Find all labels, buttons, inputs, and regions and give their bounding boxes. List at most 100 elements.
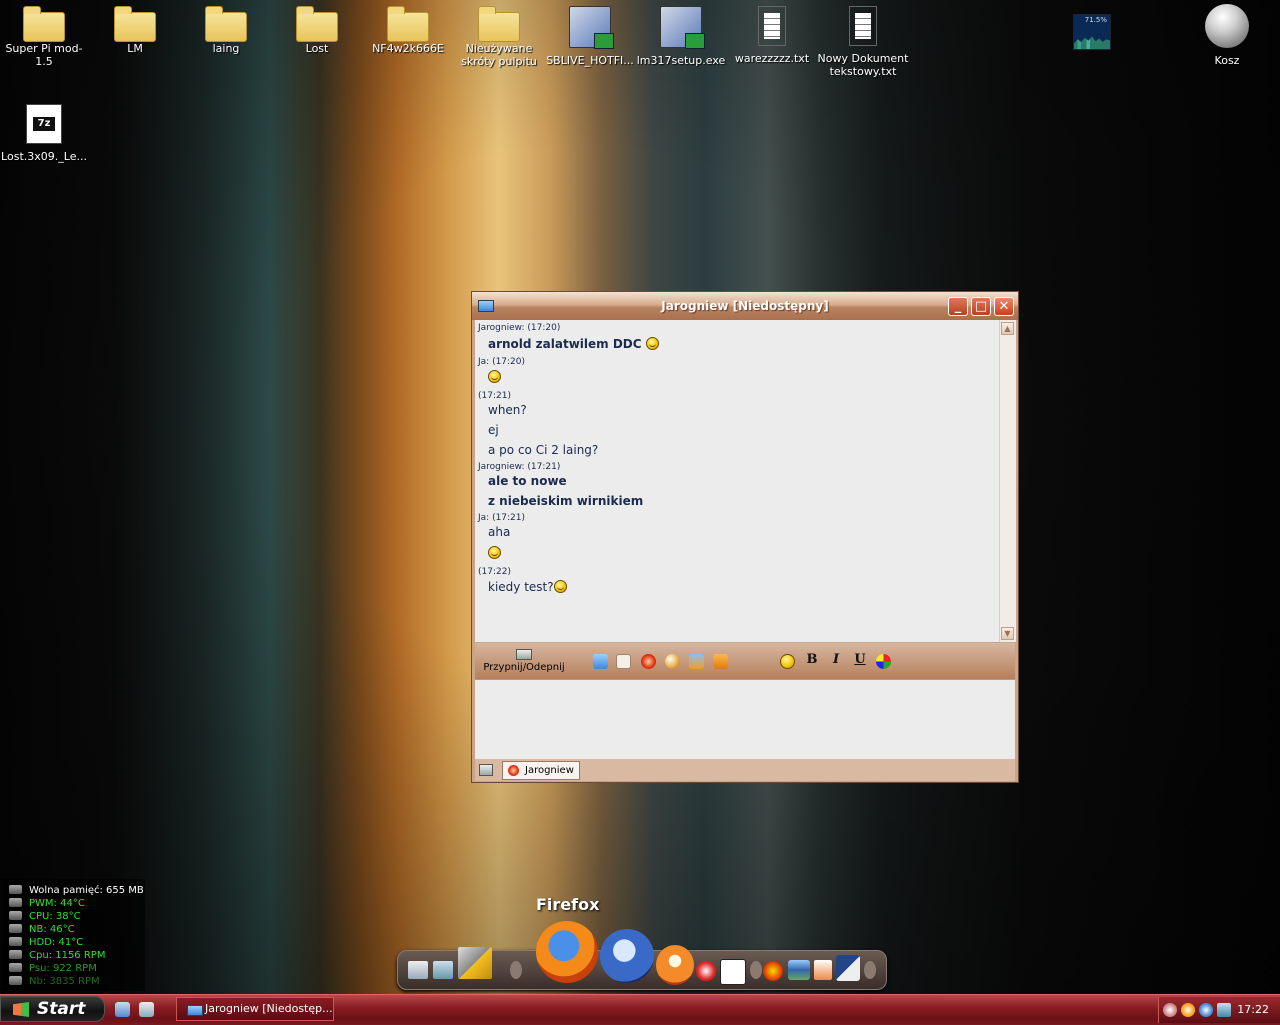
hdd-icon: [9, 937, 22, 946]
new-tab-icon[interactable]: [479, 764, 493, 776]
underline-button[interactable]: U: [852, 652, 868, 667]
desktop-icon-lm[interactable]: LM: [89, 2, 181, 55]
desktop-icon-label: warezzzzz.txt: [734, 52, 810, 65]
sysmon-row-cpu-temp: CPU: 38°C: [9, 911, 81, 923]
text-color-icon[interactable]: [876, 654, 891, 669]
taskbar: Start Jarogniew [Niedostęp... 17:22: [0, 994, 1280, 1025]
message-header: (17:21): [478, 391, 511, 401]
desktop-icon-label: Kosz: [1214, 54, 1240, 67]
message-header: Ja: (17:20): [478, 357, 526, 367]
message-header: Ja: (17:21): [478, 513, 526, 523]
vlc-icon[interactable]: [656, 945, 694, 985]
quicklaunch-desktop-icon[interactable]: [139, 1002, 154, 1017]
minimize-button[interactable]: _: [948, 297, 968, 316]
desktop-icon-recycle-bin[interactable]: Kosz: [1181, 0, 1273, 67]
explorer-icon[interactable]: [433, 961, 453, 979]
palette-icon[interactable]: [665, 654, 680, 669]
folder-icon: [296, 6, 338, 42]
setup-icon: [660, 6, 705, 49]
folder-icon: [23, 6, 65, 42]
folder-icon: [205, 6, 247, 42]
desktop-shortcut-icon[interactable]: [408, 961, 428, 979]
history-icon[interactable]: [689, 654, 704, 669]
firefox-icon[interactable]: [536, 921, 598, 983]
message-header: (17:22): [478, 567, 511, 577]
message-text: [488, 546, 501, 560]
tools-icon[interactable]: [458, 947, 492, 979]
pin-unpin-button[interactable]: Przypnij/Odepnij: [479, 649, 569, 673]
desktop-icon-laing[interactable]: laing: [180, 2, 272, 55]
image-viewer-icon[interactable]: [788, 960, 810, 980]
chat-toolbar: Przypnij/Odepnij B I U: [475, 643, 1015, 679]
folder-icon: [478, 6, 520, 42]
taskbar-button-chat[interactable]: Jarogniew [Niedostęp...: [176, 997, 334, 1021]
chip-icon: [9, 924, 22, 933]
tray-network-icon[interactable]: [1163, 1003, 1177, 1017]
antivirus-icon[interactable]: [696, 961, 716, 981]
media-icon[interactable]: [763, 961, 783, 981]
dock-separator-icon: [510, 961, 522, 979]
dock-separator-icon: [750, 961, 762, 979]
fan-icon: [9, 976, 22, 985]
desktop-icon-lm317setup[interactable]: lm317setup.exe: [635, 2, 727, 67]
emoticon-picker-icon[interactable]: [780, 654, 795, 669]
desktop-icon-super-pi[interactable]: Super Pi mod-1.5: [0, 2, 90, 68]
desktop-icon-label: LM: [127, 42, 143, 55]
scroll-up-arrow-icon[interactable]: ▲: [1001, 322, 1014, 335]
quicklaunch-ie-icon[interactable]: [115, 1002, 130, 1017]
gadu-gadu-icon[interactable]: [720, 959, 746, 985]
desktop-icon-label: Nieużywane skróty pulpitu: [461, 42, 537, 68]
desktop-icon-lost[interactable]: Lost: [271, 2, 363, 55]
window-title: Jarogniew [Niedostępny]: [661, 299, 829, 313]
smile-emoticon-icon: [553, 580, 567, 593]
message-text: aha: [488, 525, 511, 539]
message-text: z niebeiskim wirnikiem: [488, 494, 644, 508]
chat-titlebar[interactable]: Jarogniew [Niedostępny] _ □ ✕: [472, 292, 1018, 320]
sysmon-row-pwm: PWM: 44°C: [9, 898, 85, 910]
fan-icon: [9, 963, 22, 972]
status-sun-icon[interactable]: [641, 654, 656, 669]
document-icon[interactable]: [814, 960, 832, 980]
envelope-icon[interactable]: [713, 654, 728, 669]
message-header: Jarogniew: (17:20): [478, 323, 561, 333]
message-text: when?: [488, 403, 527, 417]
desktop-icon-new-text-doc[interactable]: Nowy Dokument tekstowy.txt: [817, 2, 909, 78]
tray-media-icon[interactable]: [1181, 1003, 1195, 1017]
chat-tabs: Jarogniew: [475, 759, 1015, 781]
pin-icon: [516, 649, 532, 660]
desktop-icon-label: laing: [212, 42, 240, 55]
sysmon-row-cpu-fan: Cpu: 1156 RPM: [9, 950, 105, 962]
bold-button[interactable]: B: [804, 652, 820, 667]
start-button[interactable]: Start: [0, 996, 105, 1022]
desktop-icon-unused-shortcuts[interactable]: Nieużywane skróty pulpitu: [453, 2, 545, 68]
maximize-button[interactable]: □: [971, 297, 991, 316]
desktop-icon-nf4w2k666e[interactable]: NF4w2k666E: [362, 2, 454, 55]
message-text: ej: [488, 423, 499, 437]
windows-logo-icon: [13, 1002, 29, 1017]
notepad-icon: [849, 6, 877, 46]
tray-messenger-icon[interactable]: [1199, 1003, 1213, 1017]
desktop-icon-label: NF4w2k666E: [372, 42, 444, 55]
tab-jarogniew[interactable]: Jarogniew: [502, 761, 580, 780]
sysmon-row-psu-fan: Psu: 922 RPM: [9, 963, 97, 975]
desktop-icon-warez-txt[interactable]: warezzzzz.txt: [726, 2, 818, 65]
close-button[interactable]: ✕: [994, 297, 1014, 316]
tray-connection-icon[interactable]: [1217, 1003, 1231, 1017]
chip-icon: [9, 898, 22, 907]
desktop-icon-label: Super Pi mod-1.5: [5, 42, 83, 68]
ram-icon: [9, 885, 22, 894]
settings-icon[interactable]: [836, 955, 860, 981]
pin-unpin-label: Przypnij/Odepnij: [483, 662, 565, 673]
scroll-down-arrow-icon[interactable]: ▼: [1001, 627, 1014, 640]
dock-separator-icon: [864, 961, 876, 979]
dock-active-label: Firefox: [536, 895, 600, 914]
desktop-icon-sblive-hotfix[interactable]: SBLIVE_HOTFI...: [544, 2, 636, 67]
message-input[interactable]: [475, 679, 1015, 759]
italic-button[interactable]: I: [828, 652, 844, 667]
message-scrollbar[interactable]: ▲ ▼: [999, 320, 1016, 642]
message-history: Jarogniew: (17:20) arnold zalatwilem DDC…: [475, 320, 999, 642]
desktop-icon-lost-archive[interactable]: 7z Lost.3x09._Le...: [0, 100, 90, 163]
thunderbird-icon[interactable]: [600, 929, 654, 983]
file-send-icon[interactable]: [616, 654, 631, 669]
message-mode-icon[interactable]: [593, 654, 608, 669]
